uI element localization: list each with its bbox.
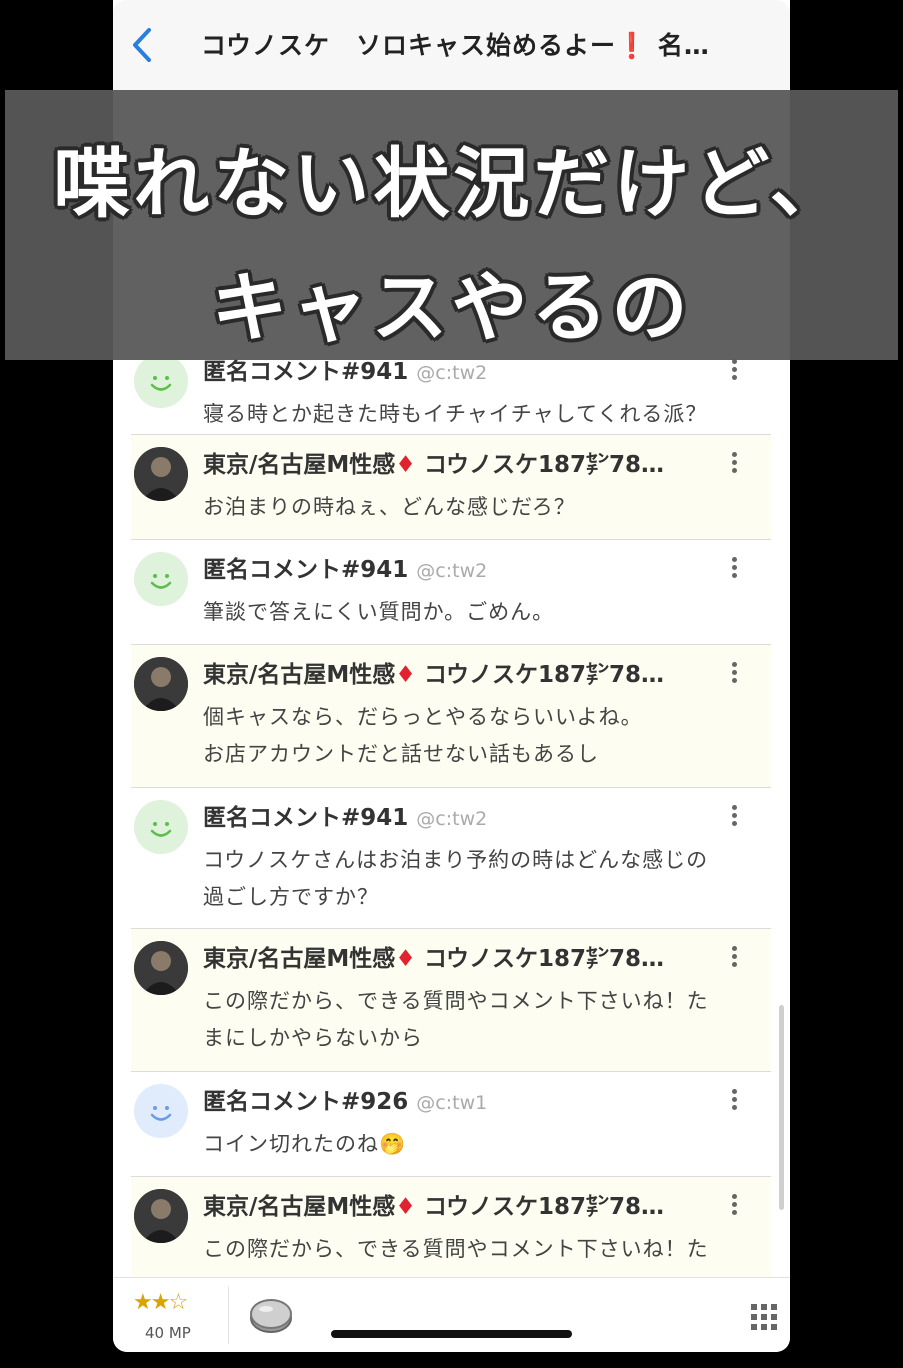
author-handle: @c:tw1 <box>416 1092 488 1114</box>
home-indicator[interactable] <box>331 1330 572 1338</box>
diamond-icon: ♦ <box>395 946 416 972</box>
person-photo-icon <box>134 941 188 995</box>
author-name-suffix: コウノスケ187㌢78… <box>423 452 665 478</box>
scrollbar[interactable] <box>779 1005 784 1210</box>
comment-text: コイン切れたのね🤭 <box>203 1132 407 1156</box>
comment-text-line: コウノスケさんはお泊まり予約の時はどんな感じの <box>203 848 709 872</box>
comment-text: 寝る時とか起きた時もイチャイチャしてくれる派？ <box>203 402 708 426</box>
more-options-icon[interactable] <box>727 659 741 689</box>
smiley-icon <box>150 376 172 391</box>
coin-icon <box>250 1299 292 1333</box>
caption-line-1: 喋れない状況だけど、 <box>53 139 850 228</box>
host-avatar <box>134 447 188 501</box>
author-name: 東京/名古屋M性感 <box>203 452 396 478</box>
more-options-icon[interactable] <box>727 449 741 479</box>
more-options-icon[interactable] <box>727 943 741 973</box>
comment-row[interactable]: 匿名コメント#926 @c:tw1 コイン切れたのね🤭 <box>131 1072 771 1177</box>
smiley-icon <box>150 1106 172 1121</box>
anonymous-avatar <box>134 354 188 408</box>
more-options-icon[interactable] <box>727 802 741 832</box>
host-avatar <box>134 941 188 995</box>
bottom-toolbar: ★★☆ 40 MP <box>113 1277 790 1352</box>
navigation-bar: コウノスケ ソロキャス始めるよー❗ 名… <box>113 0 790 92</box>
caption-line-2: キャスやるの <box>211 263 692 352</box>
comment-row[interactable]: 東京/名古屋M性感♦ コウノスケ187㌢78… お泊まりの時ねぇ、どんな感じだろ… <box>131 435 771 540</box>
caption-overlay: 喋れない状況だけど、 キャスやるの <box>5 90 898 360</box>
comment-author: 東京/名古屋M性感♦ コウノスケ187㌢78… <box>203 939 723 973</box>
grid-menu-button[interactable] <box>749 1302 779 1332</box>
host-avatar <box>134 657 188 711</box>
author-name-suffix: コウノスケ187㌢78… <box>423 662 665 688</box>
comment-author: 匿名コメント#941 @c:tw2 <box>203 798 723 832</box>
smiley-icon <box>150 822 172 837</box>
comment-text: コウノスケさんはお泊まり予約の時はどんな感じの 過ごし方ですか？ <box>203 842 763 916</box>
comment-text: この際だから、できる質問やコメント下さいね！た まにしかやらないから <box>203 983 763 1057</box>
author-name: 匿名コメント#941 <box>203 805 409 831</box>
comment-text: お泊まりの時ねぇ、どんな感じだろ？ <box>203 495 576 519</box>
anonymous-avatar <box>134 800 188 854</box>
comment-author: 東京/名古屋M性感♦ コウノスケ187㌢78… <box>203 655 723 689</box>
comment-text-line: この際だから、できる質問やコメント下さいね！た <box>203 989 709 1013</box>
diamond-icon: ♦ <box>395 452 416 478</box>
comment-row[interactable]: 東京/名古屋M性感♦ コウノスケ187㌢78… この際だから、できる質問やコメン… <box>131 1177 771 1277</box>
author-handle: @c:tw2 <box>416 560 488 582</box>
author-handle: @c:tw2 <box>416 808 488 830</box>
author-name: 東京/名古屋M性感 <box>203 1194 396 1220</box>
comment-text-line: お店アカウントだと話せない話もあるし <box>203 742 599 766</box>
comment-author: 匿名コメント#941 @c:tw2 <box>203 550 723 584</box>
author-name: 匿名コメント#926 <box>203 1089 409 1115</box>
more-options-icon[interactable] <box>727 1086 741 1116</box>
author-name: 匿名コメント#941 <box>203 557 409 583</box>
diamond-icon: ♦ <box>395 1194 416 1220</box>
comment-row[interactable]: 東京/名古屋M性感♦ コウノスケ187㌢78… この際だから、できる質問やコメン… <box>131 929 771 1072</box>
anonymous-avatar <box>134 1084 188 1138</box>
comment-text: この際だから、できる質問やコメント下さいね！た <box>203 1237 709 1261</box>
author-name: 東京/名古屋M性感 <box>203 946 396 972</box>
comment-author: 東京/名古屋M性感♦ コウノスケ187㌢78… <box>203 445 723 479</box>
comment-author: 匿名コメント#926 @c:tw1 <box>203 1082 723 1116</box>
comment-text-line: まにしかやらないから <box>203 1026 423 1050</box>
author-handle: @c:tw2 <box>416 362 488 384</box>
grid-icon <box>751 1304 777 1330</box>
host-avatar <box>134 1189 188 1243</box>
comment-text: 個キャスなら、だらっとやるならいいよね。 お店アカウントだと話せない話もあるし <box>203 699 763 773</box>
more-options-icon[interactable] <box>727 356 741 386</box>
comment-text-line: 過ごし方ですか？ <box>203 885 379 909</box>
comment-row[interactable]: 匿名コメント#941 @c:tw2 コウノスケさんはお泊まり予約の時はどんな感じの… <box>131 788 771 929</box>
coin-button[interactable] <box>248 1296 294 1336</box>
comment-author: 東京/名古屋M性感♦ コウノスケ187㌢78… <box>203 1187 723 1221</box>
chevron-left-icon <box>133 28 151 62</box>
diamond-icon: ♦ <box>395 662 416 688</box>
comment-text: 筆談で答えにくい質問か。ごめん。 <box>203 600 555 624</box>
person-photo-icon <box>134 447 188 501</box>
author-name-suffix: コウノスケ187㌢78… <box>423 946 665 972</box>
mp-count: 40 MP <box>145 1324 191 1342</box>
smiley-icon <box>150 574 172 589</box>
rating-stars: ★★☆ <box>133 1290 188 1315</box>
author-name: 東京/名古屋M性感 <box>203 662 396 688</box>
page-title: コウノスケ ソロキャス始めるよー❗ 名… <box>201 31 710 60</box>
author-name-suffix: コウノスケ187㌢78… <box>423 1194 665 1220</box>
comment-row[interactable]: 東京/名古屋M性感♦ コウノスケ187㌢78… 個キャスなら、だらっとやるならい… <box>131 645 771 788</box>
more-options-icon[interactable] <box>727 554 741 584</box>
comment-row[interactable]: 匿名コメント#941 @c:tw2 筆談で答えにくい質問か。ごめん。 <box>131 540 771 645</box>
anonymous-avatar <box>134 552 188 606</box>
divider <box>228 1286 229 1344</box>
person-photo-icon <box>134 1189 188 1243</box>
person-photo-icon <box>134 657 188 711</box>
comment-text-line: 個キャスなら、だらっとやるならいいよね。 <box>203 705 643 729</box>
author-name: 匿名コメント#941 <box>203 359 409 385</box>
more-options-icon[interactable] <box>727 1191 741 1221</box>
back-button[interactable] <box>123 20 163 70</box>
